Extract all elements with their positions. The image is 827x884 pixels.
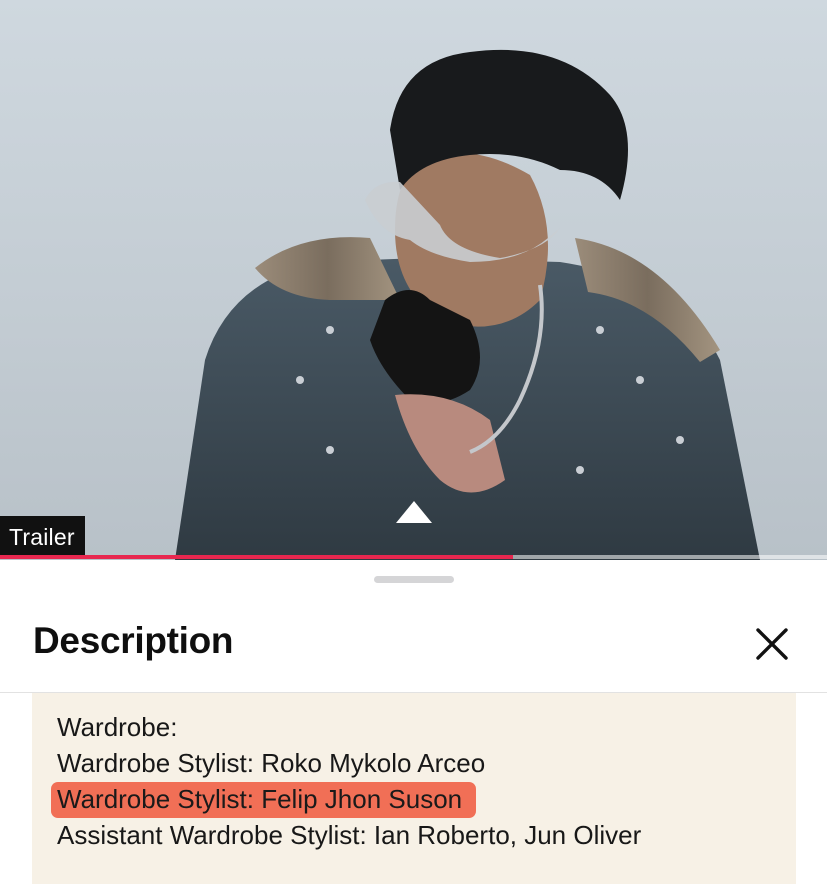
video-player[interactable]: Trailer xyxy=(0,0,827,560)
credit-line: Wardrobe Stylist: Roko Mykolo Arceo xyxy=(57,748,486,778)
video-frame xyxy=(175,49,760,560)
description-body: Wardrobe: Wardrobe Stylist: Roko Mykolo … xyxy=(32,693,796,884)
description-sheet: Description Wardrobe: Wardrobe Stylist: … xyxy=(0,560,827,884)
credit-line: Wardrobe Stylist: Felip Jhon Suson xyxy=(57,784,463,814)
credit-line-highlighted-row: Wardrobe Stylist: Felip Jhon Suson xyxy=(51,781,641,818)
expand-button[interactable] xyxy=(392,496,436,528)
highlighted-credit: Wardrobe Stylist: Felip Jhon Suson xyxy=(51,781,477,818)
app-screen: Trailer Description Wardrobe: Wardrobe S… xyxy=(0,0,827,884)
credit-line: Assistant Wardrobe Stylist: Ian Roberto,… xyxy=(57,820,642,850)
credits-list: Wardrobe: Wardrobe Stylist: Roko Mykolo … xyxy=(51,709,642,853)
credit-line: Wardrobe: xyxy=(57,712,178,742)
sheet-title: Description xyxy=(33,620,234,661)
close-button[interactable] xyxy=(748,620,796,668)
progress-bar[interactable] xyxy=(0,555,827,559)
progress-fill xyxy=(0,555,513,559)
trailer-badge: Trailer xyxy=(0,516,85,558)
sheet-grabber[interactable] xyxy=(374,576,454,583)
close-icon xyxy=(756,628,788,660)
triangle-up-icon xyxy=(396,501,432,523)
